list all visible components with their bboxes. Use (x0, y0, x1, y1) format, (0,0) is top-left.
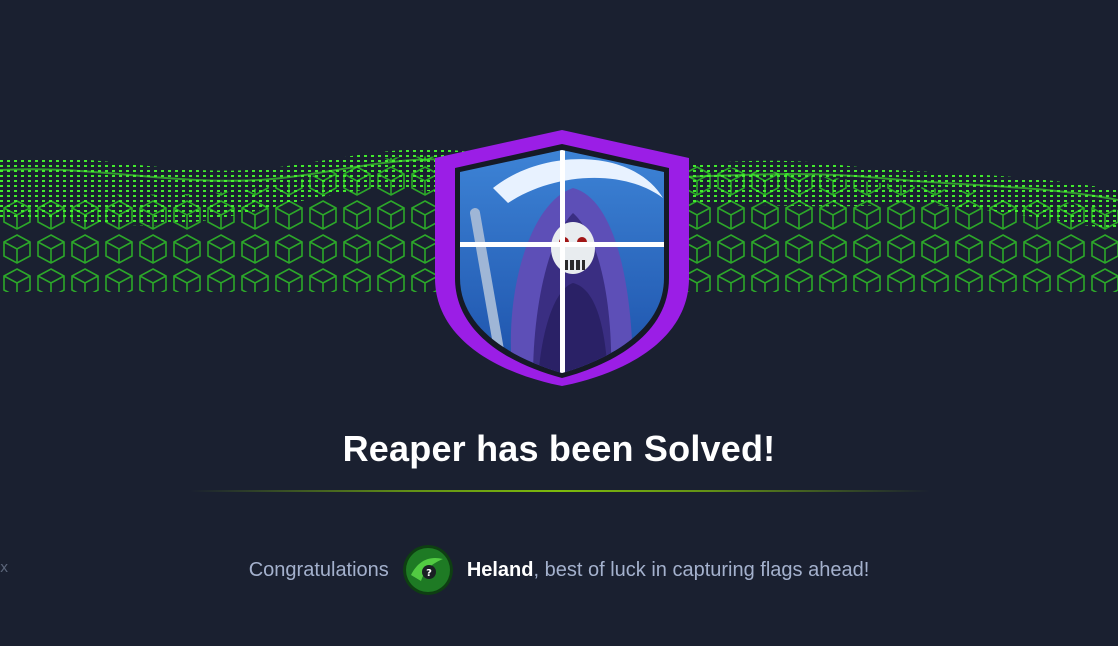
congratulations-suffix: , best of luck in capturing flags ahead! (533, 558, 870, 581)
svg-text:?: ? (426, 568, 432, 579)
congratulations-label: Congratulations (248, 558, 389, 581)
grim-reaper-shield-badge-icon (433, 128, 691, 388)
solved-title: Reaper has been Solved! (342, 428, 776, 469)
username-link[interactable]: Heland (467, 559, 534, 582)
user-avatar-icon[interactable]: ? (402, 545, 453, 595)
congratulations-message: Congratulations ? Heland , best of luck … (0, 542, 1118, 598)
edge-glyph: ⅹ (0, 560, 9, 576)
title-divider (190, 490, 930, 492)
solved-modal: Reaper has been Solved! Congratulations … (0, 0, 1118, 646)
